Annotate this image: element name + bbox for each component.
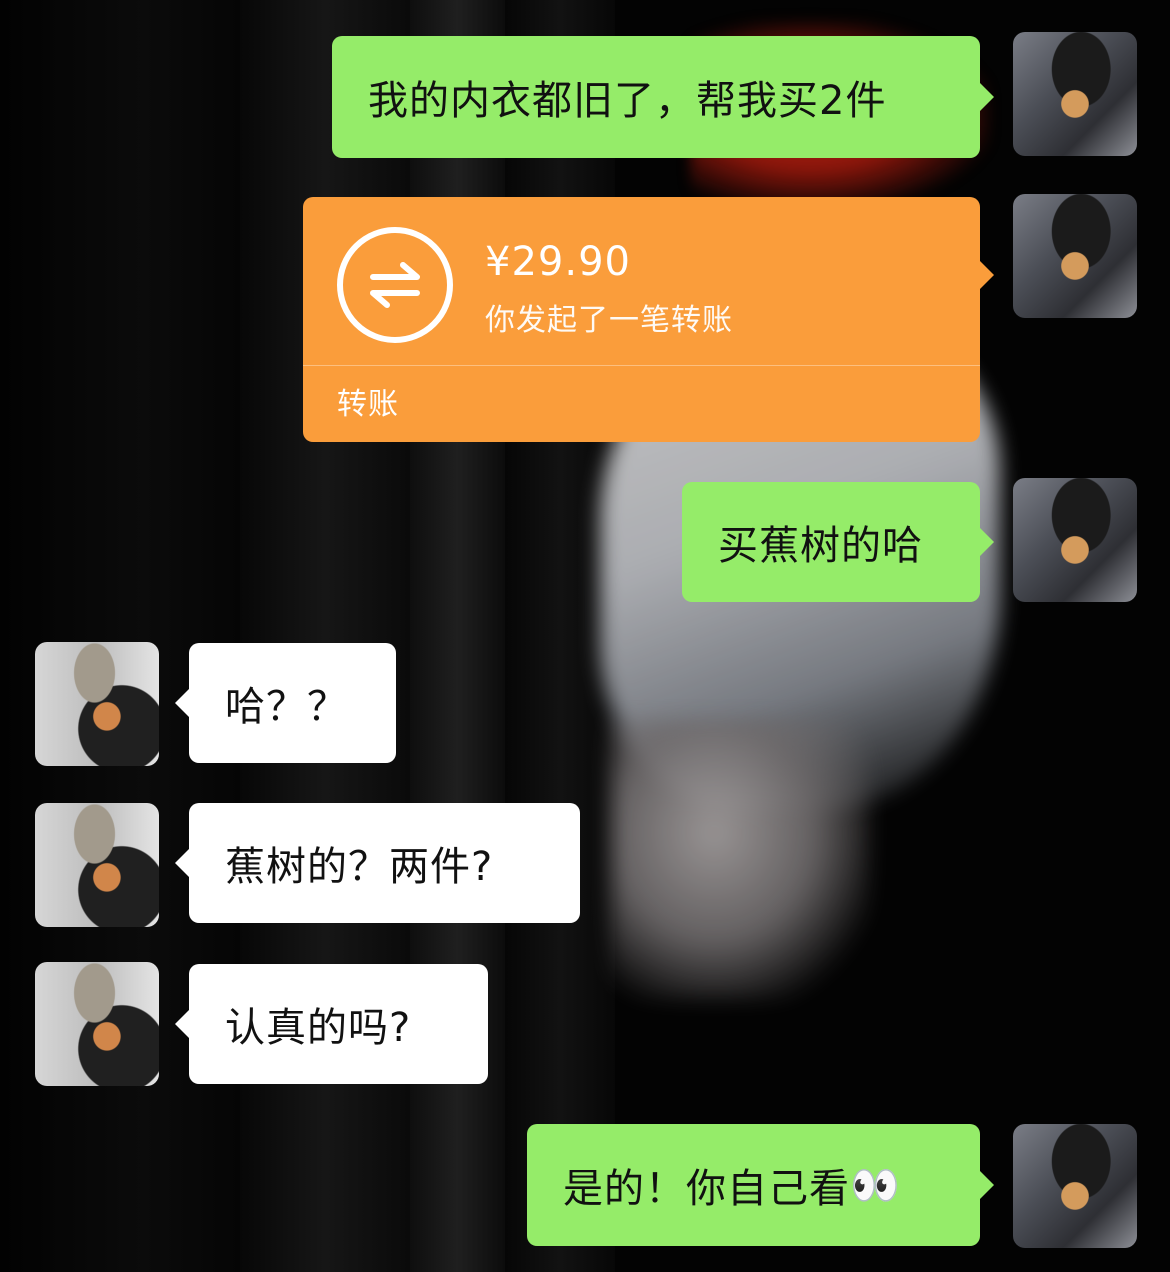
eyes-emoji-icon: 👀 <box>850 1162 901 1209</box>
message-text: 是的！你自己看 <box>563 1166 850 1212</box>
transfer-label: 转账 <box>337 387 399 422</box>
contact-avatar[interactable] <box>35 642 159 766</box>
transfer-amount: ¥29.90 <box>485 239 631 285</box>
my-avatar[interactable] <box>1013 194 1137 318</box>
contact-avatar[interactable] <box>35 803 159 927</box>
message-bubble-incoming[interactable]: 认真的吗? <box>175 964 488 1084</box>
my-avatar[interactable] <box>1013 32 1137 156</box>
transfer-divider <box>303 365 980 366</box>
message-bubble-incoming[interactable]: 蕉树的？两件? <box>175 803 580 923</box>
message-bubble-incoming[interactable]: 哈？？ <box>175 643 396 763</box>
message-text: 认真的吗? <box>225 1005 412 1051</box>
transfer-card[interactable]: ¥29.90 你发起了一笔转账 转账 <box>303 197 994 442</box>
my-avatar[interactable] <box>1013 1124 1137 1248</box>
message-text: 我的内衣都旧了，帮我买2件 <box>368 78 887 124</box>
message-text: 哈？？ <box>225 684 348 730</box>
contact-avatar[interactable] <box>35 962 159 1086</box>
chat-background-photo <box>0 0 1170 1272</box>
message-bubble-outgoing[interactable]: 是的！你自己看 👀 <box>527 1124 994 1246</box>
transfer-description: 你发起了一笔转账 <box>485 303 733 338</box>
message-bubble-outgoing[interactable]: 买蕉树的哈 <box>682 482 994 602</box>
message-text: 蕉树的？两件? <box>225 844 494 890</box>
message-text: 买蕉树的哈 <box>718 523 923 569</box>
my-avatar[interactable] <box>1013 478 1137 602</box>
message-bubble-outgoing[interactable]: 我的内衣都旧了，帮我买2件 <box>332 36 994 158</box>
transfer-arrows-icon <box>337 227 453 343</box>
